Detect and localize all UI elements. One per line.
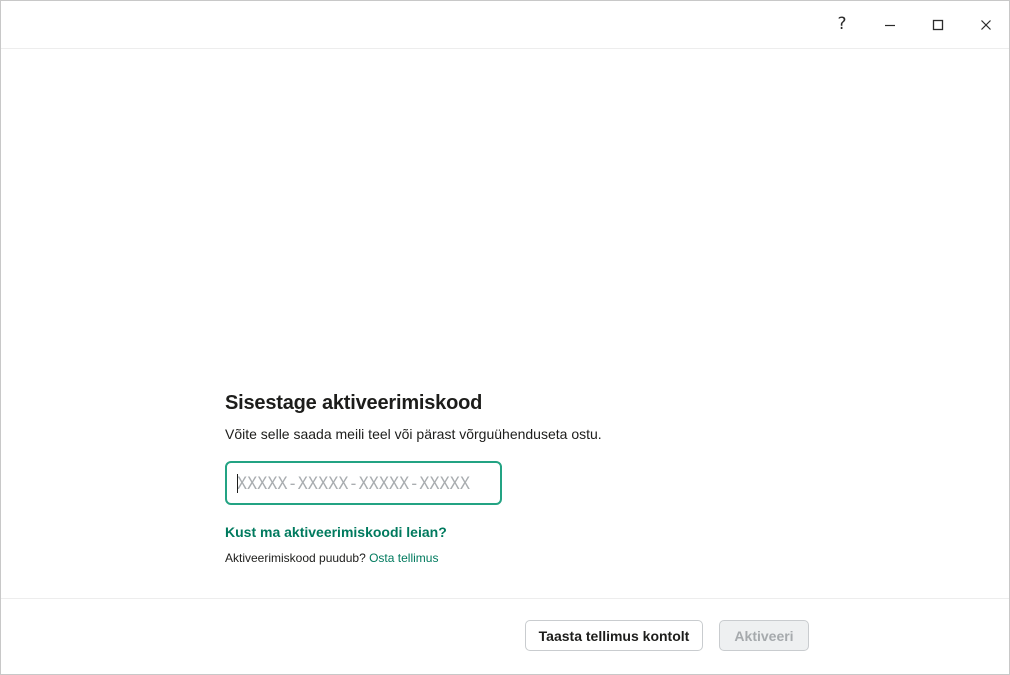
close-icon bbox=[981, 19, 991, 30]
minimize-icon bbox=[885, 24, 895, 26]
close-button[interactable] bbox=[962, 1, 1010, 48]
help-icon: ? bbox=[837, 14, 847, 34]
maximize-icon bbox=[932, 19, 944, 30]
maximize-button[interactable] bbox=[914, 1, 962, 48]
minimize-button[interactable] bbox=[866, 1, 914, 48]
help-button[interactable]: ? bbox=[818, 1, 866, 48]
page-subtitle: Võite selle saada meili teel või pärast … bbox=[225, 426, 602, 442]
buy-subscription-link[interactable]: Osta tellimus bbox=[369, 551, 438, 565]
activation-window: ? Sisestage aktiveerimiskood Võite selle… bbox=[0, 0, 1010, 675]
no-code-row: Aktiveerimiskood puudub? Osta tellimus bbox=[225, 550, 785, 566]
activate-button[interactable]: Aktiveeri bbox=[719, 620, 809, 651]
activation-code-field[interactable] bbox=[225, 461, 502, 505]
activation-form: Sisestage aktiveerimiskood Võite selle s… bbox=[225, 389, 785, 566]
activation-code-input[interactable] bbox=[227, 463, 500, 503]
page-title: Sisestage aktiveerimiskood bbox=[225, 392, 483, 414]
title-bar: ? bbox=[1, 1, 1009, 49]
text-caret bbox=[237, 474, 238, 493]
find-code-help-link[interactable]: Kust ma aktiveerimiskoodi leian? bbox=[225, 523, 447, 541]
footer-bar: Taasta tellimus kontolt Aktiveeri bbox=[1, 598, 1009, 675]
no-code-text: Aktiveerimiskood puudub? bbox=[225, 551, 366, 565]
restore-subscription-button[interactable]: Taasta tellimus kontolt bbox=[525, 620, 703, 651]
